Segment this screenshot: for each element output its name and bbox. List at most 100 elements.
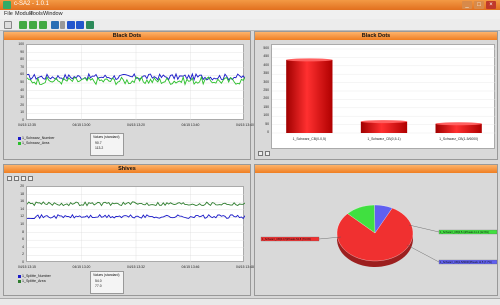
x-tick-label: 04/15 13:40 xyxy=(236,123,254,127)
y-tick-label: 60 xyxy=(20,72,24,77)
menu-bar: File Module Tools Window xyxy=(0,10,500,19)
x-tick-label: 04/15 13:15 xyxy=(18,265,36,269)
y-tick-label: 100 xyxy=(263,113,269,118)
print-icon[interactable] xyxy=(265,151,270,156)
panel-shives-trend: Shives 0 2 4 6 8 10 12 14 16 18 20 04/15 13:15 04/1… xyxy=(3,164,254,296)
y-tick-label: 80 xyxy=(20,57,24,62)
y-tick-label: 12 xyxy=(20,214,24,219)
pie-chart-svg: 1_Schwarz_CB(0-0,5)Pbeals 52.8 (79.6%) 1_… xyxy=(260,204,498,267)
legend-label: 1_Splitte_Area xyxy=(22,279,46,283)
trend-chart-svg xyxy=(26,187,246,263)
chart-icon[interactable] xyxy=(86,21,94,29)
y-tick-label: 40 xyxy=(20,87,24,92)
x-tick-label: 1_Schwarz_CB(0-0,5) xyxy=(293,137,326,141)
y-tick-label: 10 xyxy=(20,222,24,226)
x-tick-label: 04/15 12:35 xyxy=(18,123,36,127)
zoom-icon[interactable] xyxy=(7,176,12,181)
trend-plot-area xyxy=(26,44,246,121)
legend-swatch-area xyxy=(18,279,21,283)
pie-leader-line xyxy=(406,244,440,263)
print-icon[interactable] xyxy=(28,176,33,181)
x-tick-label: 04/15 13:32 xyxy=(127,265,145,269)
y-tick-label: 100 xyxy=(18,42,24,46)
x-tick-label: 04/15 13:20 xyxy=(127,123,145,127)
x-tick-label: 04/15 13:40 xyxy=(181,123,200,127)
y-tick-label: 70 xyxy=(20,64,24,69)
y-tick-label: 50 xyxy=(20,80,24,84)
y-tick-label: 4 xyxy=(22,244,24,249)
reset-icon[interactable] xyxy=(21,176,26,181)
x-tick-label: 1_Schwarz_CB(0,5-1) xyxy=(367,137,400,141)
panel-title: Black Dots xyxy=(4,32,250,40)
y-tick-label: 6 xyxy=(22,237,24,242)
trend-plot-area xyxy=(26,186,246,263)
panel-pie: 1_Schwarz_CB(0-0,5)Pbeals 52.8 (79.6%) 1_… xyxy=(254,164,498,296)
window-titlebar: c-SA2 - 1.0.1 _ □ × xyxy=(0,0,500,10)
toolbar xyxy=(0,19,500,31)
y-tick-label: 8 xyxy=(22,229,24,234)
maximize-button[interactable]: □ xyxy=(474,1,484,9)
bar xyxy=(286,59,333,133)
y-tick-label: 90 xyxy=(20,49,24,54)
minimize-button[interactable]: _ xyxy=(462,1,472,9)
menu-tools[interactable]: Tools xyxy=(30,11,43,17)
y-tick-label: 0 xyxy=(22,260,24,264)
open-icon[interactable] xyxy=(19,21,27,29)
y-tick-label: 0 xyxy=(267,130,269,134)
move-icon[interactable] xyxy=(14,176,19,181)
y-tick-label: 18 xyxy=(20,191,24,196)
panel-title: Shives xyxy=(4,165,250,173)
dropdown-icon[interactable] xyxy=(60,21,65,29)
y-tick-label: 2 xyxy=(22,252,24,257)
pie-label: 1_Schwarz_CB(0-0,5)Pbeals 52.8 (79.6%) xyxy=(262,237,311,241)
legend-swatch-number xyxy=(18,136,21,140)
legend-label: 1_Schwarz_Number xyxy=(22,136,55,140)
pie-label: 1_Schwarz_CB(0,5-1)Pbeals 11.4 (12.6%) xyxy=(440,230,489,234)
x-tick-label: 04/15 13:00 xyxy=(72,123,91,127)
panel-title xyxy=(255,165,497,173)
menu-file[interactable]: File xyxy=(4,11,13,17)
y-tick-label: 350 xyxy=(263,71,269,76)
y-tick-label: 10 xyxy=(20,110,24,115)
values-table: Values (standard) 90.7 113.2 xyxy=(90,133,124,156)
pie-leader-line xyxy=(408,224,440,233)
window-title: c-SA2 - 1.0.1 xyxy=(14,1,50,7)
bar xyxy=(360,121,408,133)
save-icon[interactable] xyxy=(29,21,37,29)
legend-label: 1_Splitte_Number xyxy=(22,274,51,278)
y-tick-label: 16 xyxy=(20,199,24,204)
y-tick-label: 20 xyxy=(20,184,24,188)
y-tick-label: 14 xyxy=(20,206,24,211)
y-tick-label: 300 xyxy=(263,79,269,84)
y-tick-label: 400 xyxy=(263,62,269,67)
status-bar xyxy=(0,298,500,305)
panel-title: Black Dots xyxy=(255,32,497,40)
info-icon[interactable] xyxy=(67,21,75,29)
values-table: Values (standard) 54.0 77.0 xyxy=(90,271,124,294)
export-icon[interactable] xyxy=(39,21,47,29)
bar-plot-area: 1_Schwarz_CB(0-0,5) 1_Schwarz_CB(0,5-1) 1_… xyxy=(271,44,496,149)
y-tick-label: 450 xyxy=(263,54,269,59)
value-cell: 54.0 xyxy=(95,279,102,283)
bar-cap xyxy=(286,58,333,62)
values-table-header: Values (standard) xyxy=(93,273,120,277)
settings-icon[interactable] xyxy=(51,21,59,29)
report-icon[interactable] xyxy=(76,21,84,29)
pie-plot-area: 1_Schwarz_CB(0-0,5)Pbeals 52.8 (79.6%) 1_… xyxy=(257,175,498,295)
y-tick-label: 250 xyxy=(263,88,269,92)
close-button[interactable]: × xyxy=(486,1,496,9)
y-tick-label: 500 xyxy=(263,46,269,50)
menu-window[interactable]: Window xyxy=(43,11,63,17)
x-tick-label: 04/15 13:46 xyxy=(181,265,200,269)
legend-swatch-area xyxy=(18,141,21,145)
zoom-icon[interactable] xyxy=(258,151,263,156)
legend: 1_Schwarz_Number 1_Schwarz_Area xyxy=(18,136,88,154)
y-tick-label: 0 xyxy=(22,118,24,122)
legend-label: 1_Schwarz_Area xyxy=(22,141,50,145)
x-tick-label: 04/15 13:48 xyxy=(236,265,254,269)
bar-chart-svg: 1_Schwarz_CB(0-0,5) 1_Schwarz_CB(0,5-1) 1_… xyxy=(272,48,496,141)
trend-chart-svg xyxy=(26,45,246,121)
bar-cap xyxy=(360,120,408,124)
new-icon[interactable] xyxy=(4,21,12,29)
value-cell: 77.0 xyxy=(95,284,102,288)
